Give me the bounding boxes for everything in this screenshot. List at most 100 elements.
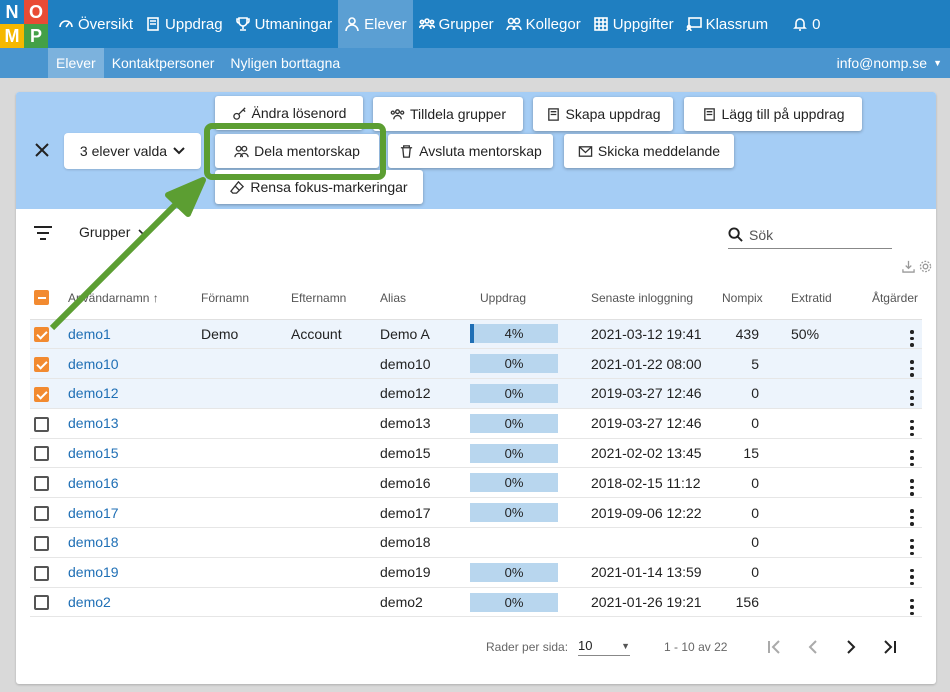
actions-cell [855, 438, 922, 469]
row-checkbox[interactable] [34, 595, 49, 611]
button-label: Skicka meddelande [597, 143, 721, 159]
row-checkbox[interactable] [34, 357, 49, 373]
more-vert-icon[interactable] [910, 598, 914, 616]
selected-count-label: 3 elever valda [79, 143, 168, 159]
nompix-cell: 0 [718, 408, 775, 439]
nav-item-oversikt[interactable]: Översikt [52, 0, 139, 48]
send-message-button[interactable]: Skicka meddelande [564, 134, 734, 168]
subnav-elever[interactable]: Elever [48, 48, 104, 78]
more-vert-icon[interactable] [910, 479, 914, 496]
last-login-cell: 2021-01-22 08:00 [573, 348, 718, 380]
col-progress[interactable]: Uppdrag [466, 277, 573, 320]
alias-cell: Demo A [376, 319, 466, 350]
filter-icon[interactable] [34, 226, 52, 240]
progress-bar: 0% [470, 473, 558, 493]
rows-per-page-select[interactable]: 10 ▼ [578, 638, 631, 656]
select-all-checkbox[interactable] [34, 290, 49, 306]
more-vert-icon[interactable] [910, 389, 914, 407]
nav-item-uppdrag[interactable]: Uppdrag [139, 0, 229, 48]
assign-groups-button[interactable]: Tilldela grupper [373, 97, 523, 131]
nav-item-klassrum[interactable]: Klassrum [680, 0, 775, 48]
button-label: Ändra lösenord [251, 105, 347, 121]
nav-item-kollegor[interactable]: Kollegor [500, 0, 587, 48]
col-firstname[interactable]: Förnamn [197, 277, 287, 320]
search-input[interactable]: Sök [728, 221, 892, 249]
table-row[interactable]: demo12 demo12 0% 2019-03-27 12:46 0 [30, 378, 922, 409]
username-cell: demo19 [64, 557, 197, 588]
last-page-icon[interactable] [881, 639, 897, 655]
more-vert-icon[interactable] [910, 449, 914, 467]
key-icon [232, 106, 246, 120]
more-vert-icon[interactable] [910, 568, 914, 586]
end-mentorship-button[interactable]: Avsluta mentorskap [388, 134, 553, 168]
page-range: 1 - 10 av 22 [664, 640, 728, 654]
more-vert-icon[interactable] [910, 419, 914, 437]
username-link[interactable]: demo15 [68, 445, 119, 461]
nav-item-grupper[interactable]: Grupper [413, 0, 500, 48]
username-link[interactable]: demo13 [68, 415, 119, 431]
row-checkbox[interactable] [34, 386, 49, 402]
username-link[interactable]: demo1 [68, 326, 111, 342]
more-vert-icon[interactable] [910, 538, 914, 556]
row-checkbox[interactable] [34, 327, 49, 343]
nav-item-uppgifter[interactable]: Uppgifter [587, 0, 680, 48]
username-link[interactable]: demo18 [68, 534, 119, 550]
first-page-icon[interactable] [767, 639, 783, 655]
close-icon[interactable] [34, 142, 50, 158]
col-extratime[interactable]: Extratid [775, 277, 855, 320]
username-link[interactable]: demo19 [68, 564, 119, 580]
username-link[interactable]: demo2 [68, 594, 111, 610]
download-icon[interactable] [902, 260, 915, 273]
table-row[interactable]: demo1 Demo Account Demo A 4% 2021-03-12 19:41… [30, 319, 922, 350]
progress-bar: 0% [470, 354, 558, 374]
last-login-cell: 2021-01-14 13:59 [573, 557, 718, 588]
table-row[interactable]: demo19 demo19 0% 2021-01-14 13:59 0 [30, 557, 922, 588]
selected-count-dropdown[interactable]: 3 elever valda [64, 133, 201, 169]
col-nompix[interactable]: Nompix [718, 277, 775, 320]
progress-label: 0% [504, 564, 524, 580]
lastname-cell [287, 497, 376, 529]
alias-cell: demo17 [376, 497, 466, 529]
progress-cell: 0% [466, 378, 573, 409]
table-row[interactable]: demo17 demo17 0% 2019-09-06 12:22 0 [30, 497, 922, 529]
row-checkbox[interactable] [34, 476, 49, 492]
row-checkbox[interactable] [34, 506, 49, 522]
row-checkbox[interactable] [34, 565, 49, 581]
next-page-icon[interactable] [843, 639, 859, 655]
nav-item-elever[interactable]: Elever [338, 0, 413, 48]
more-vert-icon[interactable] [910, 330, 914, 347]
col-lastname[interactable]: Efternamn [287, 277, 376, 320]
table-row[interactable]: demo13 demo13 0% 2019-03-27 12:46 0 [30, 408, 922, 439]
subnav-kontaktpersoner[interactable]: Kontaktpersoner [104, 48, 223, 78]
gear-icon[interactable] [919, 260, 932, 273]
row-checkbox[interactable] [34, 535, 49, 551]
create-assignment-button[interactable]: Skapa uppdrag [533, 97, 673, 131]
col-username[interactable]: Användarnamn ↑ [64, 277, 197, 320]
extratime-cell [775, 467, 855, 499]
username-link[interactable]: demo10 [68, 356, 119, 372]
prev-page-icon[interactable] [805, 639, 821, 655]
col-last-login[interactable]: Senaste inloggning [573, 277, 718, 320]
table-row[interactable]: demo15 demo15 0% 2021-02-02 13:45 15 [30, 438, 922, 469]
table-row[interactable]: demo16 demo16 0% 2018-02-15 11:12 0 [30, 467, 922, 499]
user-menu[interactable]: info@nomp.se ▼ [837, 48, 942, 78]
table-row[interactable]: demo10 demo10 0% 2021-01-22 08:00 5 [30, 348, 922, 380]
table-row[interactable]: demo2 demo2 0% 2021-01-26 19:21 156 [30, 587, 922, 618]
more-vert-icon[interactable] [910, 360, 914, 377]
nomp-logo[interactable]: N O M P [0, 0, 48, 48]
chevron-down-icon [173, 147, 185, 155]
progress-label: 0% [504, 505, 524, 521]
more-vert-icon[interactable] [910, 509, 914, 526]
nav-item-utmaningar[interactable]: Utmaningar [229, 0, 339, 48]
username-link[interactable]: demo12 [68, 385, 119, 401]
groups-dropdown[interactable]: Grupper [79, 224, 148, 240]
table-row[interactable]: demo18 demo18 0 [30, 527, 922, 558]
row-checkbox[interactable] [34, 416, 49, 432]
add-to-assignment-button[interactable]: Lägg till på uppdrag [684, 97, 862, 131]
username-link[interactable]: demo17 [68, 505, 119, 521]
col-alias[interactable]: Alias [376, 277, 466, 320]
username-link[interactable]: demo16 [68, 475, 119, 491]
row-checkbox[interactable] [34, 446, 49, 462]
subnav-nyligen-borttagna[interactable]: Nyligen borttagna [222, 48, 348, 78]
notifications-button[interactable]: 0 [786, 0, 826, 48]
